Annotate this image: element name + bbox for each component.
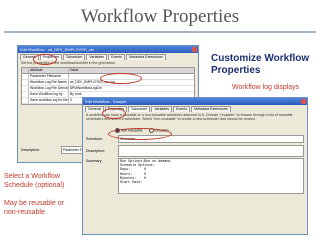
log-file-highlight — [100, 73, 142, 84]
title-divider — [4, 31, 316, 33]
attribute-cell: Parameter Filename — [29, 74, 69, 79]
summary-line: Start Date: — [120, 181, 143, 186]
properties-tab-highlight — [33, 54, 57, 65]
log-callout: Workflow log displays — [232, 84, 300, 91]
tab-metadata-extensions[interactable]: Metadata Extensions — [191, 106, 231, 112]
description-field[interactable] — [118, 145, 304, 157]
tab-metadata-extensions[interactable]: Metadata Extensions — [126, 54, 166, 60]
attribute-cell: Save Workflow log by — [29, 92, 69, 97]
close-icon[interactable] — [192, 47, 197, 52]
attribute-cell: Save workflow log for these runs — [30, 98, 69, 103]
value-cell[interactable]: $PMWorkflowLogDir\ — [69, 86, 194, 91]
column-attribute: Attribute — [29, 68, 69, 73]
tab-variables[interactable]: Variables — [151, 106, 173, 112]
tab-events[interactable]: Events — [108, 54, 126, 60]
column-value: Value — [70, 68, 79, 72]
scheduler-tab-highlight — [102, 108, 126, 119]
scheduler-label: Scheduler: — [86, 137, 104, 141]
slide-title: Workflow Properties — [80, 6, 240, 27]
front-window-titlebar[interactable]: Edit Workflow - Sample — [83, 98, 307, 105]
attribute-cell: Workflow Log File Name — [29, 80, 69, 85]
customize-callout: Customize Workflow Properties — [211, 53, 310, 76]
description-label: Description: — [86, 149, 105, 153]
tab-variables[interactable]: Variables — [86, 54, 108, 60]
tab-events[interactable]: Events — [173, 106, 191, 112]
schedule-callout: Select a Workflow Schedule (optional) — [4, 173, 65, 189]
schedule-summary: Run Options: Run on demand Schedule Optio… — [118, 158, 304, 194]
close-icon[interactable] — [301, 99, 306, 104]
tab-general[interactable]: General — [85, 106, 104, 112]
tab-scheduler[interactable]: Scheduler — [128, 106, 151, 112]
front-window-title: Edit Workflow - Sample — [85, 99, 127, 104]
front-description-row: Description: — [86, 145, 304, 157]
attribute-cell: Workflow Log File Directory — [30, 86, 69, 91]
summary-label: Summary: — [86, 159, 103, 163]
reusable-callout: May be reusable or non-reusable — [4, 200, 64, 216]
radio-highlight — [108, 128, 172, 140]
back-window-title: Edit Workflow - wf_DEV_EMPLOYEE_src — [20, 47, 95, 52]
tab-scheduler[interactable]: Scheduler — [63, 54, 86, 60]
back-window-titlebar[interactable]: Edit Workflow - wf_DEV_EMPLOYEE_src — [18, 46, 198, 53]
description-label: Description: — [21, 148, 40, 152]
